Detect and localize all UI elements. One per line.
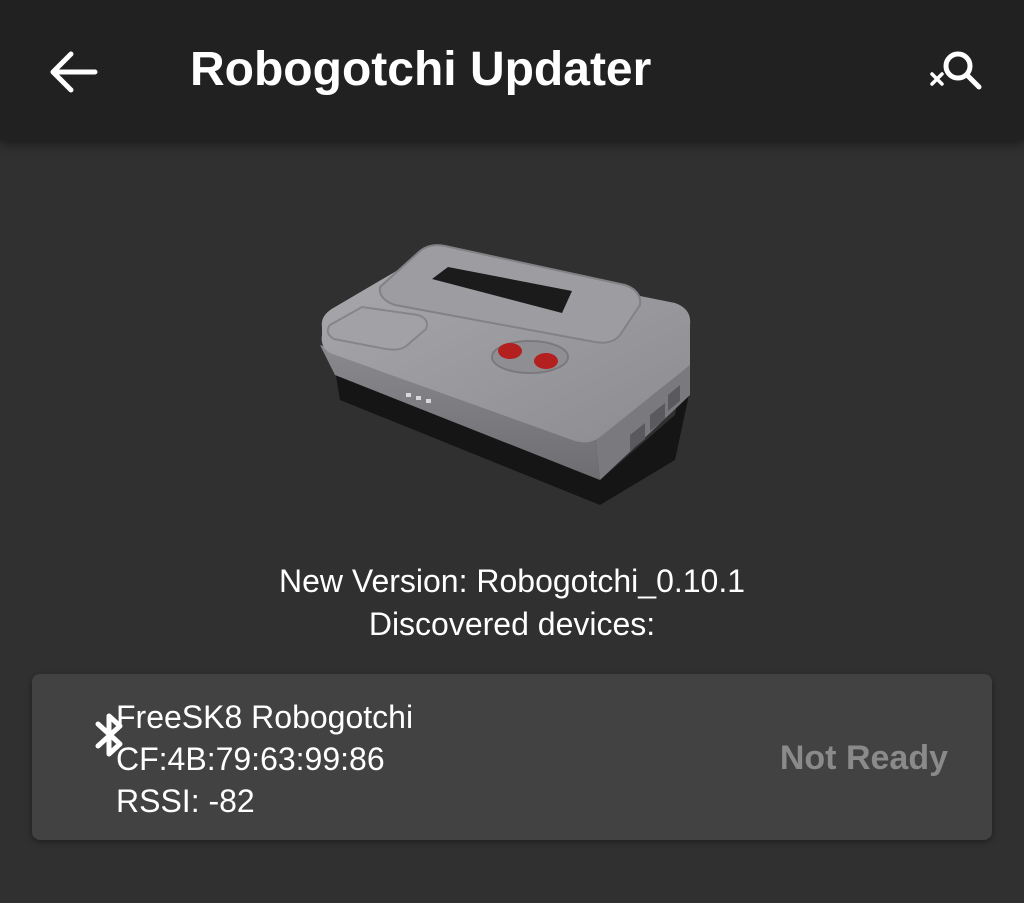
device-address: CF:4B:79:63:99:86 (116, 741, 385, 777)
arrow-left-icon (50, 51, 98, 93)
app-bar: Robogotchi Updater (0, 0, 1024, 140)
robogotchi-device-image (320, 244, 691, 505)
device-rssi: RSSI: -82 (116, 783, 255, 819)
device-name: FreeSK8 Robogotchi (116, 699, 414, 735)
back-button[interactable] (36, 34, 112, 110)
device-details: FreeSK8 Robogotchi CF:4B:79:63:99:86 RSS… (116, 696, 413, 822)
new-version-text: New Version: Robogotchi_0.10.1 (278, 563, 746, 599)
discovered-devices-label: Discovered devices: (368, 606, 656, 642)
clear-search-button[interactable] (918, 34, 994, 110)
update-info: New Version: Robogotchi_0.10.1 Discovere… (0, 560, 1024, 646)
device-list-item[interactable]: FreeSK8 Robogotchi CF:4B:79:63:99:86 RSS… (32, 674, 992, 840)
page-title: Robogotchi Updater (190, 43, 652, 96)
search-clear-icon (930, 51, 982, 90)
device-status: Not Ready (779, 739, 948, 777)
